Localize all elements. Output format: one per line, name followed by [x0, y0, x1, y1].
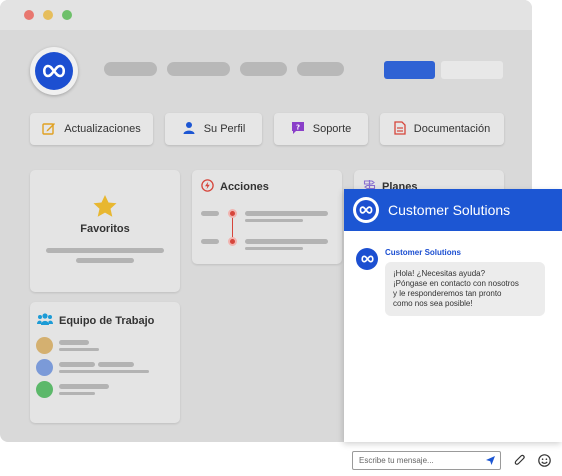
text-placeholder: [46, 248, 164, 253]
document-icon: [394, 120, 406, 138]
agent-avatar: [356, 248, 378, 270]
nav-placeholder[interactable]: [167, 62, 230, 76]
nav-button-actualizaciones[interactable]: Actualizaciones: [30, 113, 153, 145]
chat-header-avatar: [353, 197, 379, 223]
text-placeholder: [59, 362, 95, 367]
team-member-row[interactable]: [36, 381, 176, 399]
nav-placeholder[interactable]: [104, 62, 157, 76]
app-logo[interactable]: [30, 47, 78, 95]
edit-icon: [42, 121, 56, 138]
timeline-node: [228, 237, 237, 246]
nav-button-soporte[interactable]: ? Soporte: [274, 113, 368, 145]
team-member-row[interactable]: [36, 359, 176, 377]
user-icon: [182, 121, 196, 138]
chat-header: Customer Solutions: [344, 189, 562, 231]
window-titlebar: [0, 0, 532, 30]
help-chat-icon: ?: [291, 121, 305, 138]
message-line: ¡Hola! ¿Necesitas ayuda?: [393, 269, 486, 278]
avatar: [36, 381, 53, 398]
message-bubble: ¡Hola! ¿Necesitas ayuda? ¡Póngase en con…: [385, 262, 545, 316]
paperclip-icon[interactable]: [513, 453, 527, 467]
text-placeholder: [59, 348, 99, 351]
infinity-logo-icon: [35, 52, 73, 90]
favoritos-label: Favoritos: [80, 223, 130, 235]
text-placeholder: [98, 362, 134, 367]
maximize-window-dot[interactable]: [62, 10, 72, 20]
infinity-logo-icon: [356, 200, 376, 220]
primary-button-placeholder[interactable]: [384, 61, 435, 79]
avatar: [36, 337, 53, 354]
timeline-node: [228, 209, 237, 218]
nav-button-label: Documentación: [413, 123, 491, 135]
text-placeholder: [245, 239, 328, 244]
nav-button-label: Soporte: [312, 123, 352, 135]
team-member-row[interactable]: [36, 337, 176, 355]
team-icon: [37, 312, 53, 329]
avatar: [36, 359, 53, 376]
message-line: como nos sea posible!: [393, 299, 473, 308]
nav-button-documentacion[interactable]: Documentación: [380, 113, 504, 145]
text-placeholder: [245, 211, 328, 216]
text-placeholder: [59, 340, 89, 345]
text-placeholder: [245, 219, 303, 222]
minimize-window-dot[interactable]: [43, 10, 53, 20]
text-placeholder: [59, 370, 149, 373]
close-window-dot[interactable]: [24, 10, 34, 20]
equipo-card[interactable]: Equipo de Trabajo: [30, 302, 180, 423]
svg-text:?: ?: [296, 123, 300, 131]
timeline-label: [201, 239, 219, 244]
timeline-label: [201, 211, 219, 216]
secondary-button-placeholder[interactable]: [441, 61, 503, 79]
text-placeholder: [59, 392, 95, 395]
stage: Actualizaciones Su Perfil ? Soporte Docu…: [0, 0, 562, 476]
nav-button-label: Actualizaciones: [64, 123, 141, 135]
star-icon: [92, 194, 118, 224]
chat-header-title: Customer Solutions: [388, 202, 511, 218]
message-sender-name: Customer Solutions: [385, 248, 462, 257]
nav-button-su-perfil[interactable]: Su Perfil: [165, 113, 262, 145]
text-placeholder: [245, 247, 303, 250]
message-line: ¡Póngase en contacto con nosotros: [393, 279, 519, 288]
nav-button-label: Su Perfil: [203, 123, 246, 135]
chat-widget: Customer Solutions Customer Solutions ¡H…: [344, 189, 562, 442]
timeline: [192, 170, 342, 264]
favoritos-card[interactable]: Favoritos: [30, 170, 180, 292]
message-input[interactable]: [359, 456, 485, 465]
message-input-box[interactable]: [352, 451, 501, 470]
acciones-card[interactable]: Acciones: [192, 170, 342, 264]
text-placeholder: [59, 384, 109, 389]
emoji-icon[interactable]: [537, 453, 551, 467]
equipo-title: Equipo de Trabajo: [37, 312, 154, 329]
infinity-logo-icon: [360, 250, 374, 268]
send-icon[interactable]: [485, 455, 496, 466]
nav-placeholder[interactable]: [297, 62, 344, 76]
message-line: y le responderemos tan pronto: [393, 289, 502, 298]
nav-placeholder[interactable]: [240, 62, 287, 76]
text-placeholder: [76, 258, 134, 263]
